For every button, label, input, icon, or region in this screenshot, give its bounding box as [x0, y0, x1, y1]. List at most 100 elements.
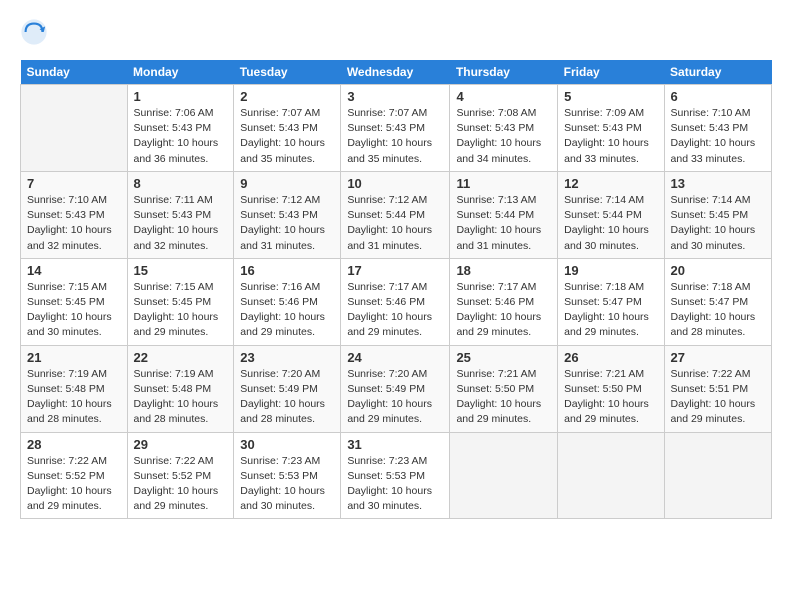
day-number: 9 [240, 176, 334, 191]
calendar-cell: 17 Sunrise: 7:17 AMSunset: 5:46 PMDayligh… [341, 258, 450, 345]
calendar-cell: 10Sunrise: 7:12 AMSunset: 5:44 PMDayligh… [341, 171, 450, 258]
calendar-cell: 13 Sunrise: 7:14 AMSunset: 5:45 PMDayligh… [664, 171, 771, 258]
cell-content: Sunrise: 7:23 AMSunset: 5:53 PMDaylight:… [347, 454, 443, 515]
day-number: 23 [240, 350, 334, 365]
cell-content: Sunrise: 7:20 AMSunset: 5:49 PMDaylight:… [347, 367, 443, 428]
calendar-cell: 18Sunrise: 7:17 AMSunset: 5:46 PMDayligh… [450, 258, 558, 345]
day-number: 29 [134, 437, 228, 452]
page-container: SundayMondayTuesdayWednesdayThursdayFrid… [0, 0, 792, 529]
calendar-cell: 24 Sunrise: 7:20 AMSunset: 5:49 PMDayligh… [341, 345, 450, 432]
calendar-cell: 27Sunrise: 7:22 AMSunset: 5:51 PMDayligh… [664, 345, 771, 432]
cell-content: Sunrise: 7:14 AMSunset: 5:44 PMDaylight:… [564, 193, 657, 254]
col-header-sunday: Sunday [21, 60, 128, 85]
calendar-cell: 1 Sunrise: 7:06 AMSunset: 5:43 PMDaylight… [127, 85, 234, 172]
cell-content: Sunrise: 7:07 AMSunset: 5:43 PMDaylight:… [347, 106, 443, 167]
cell-content: Sunrise: 7:08 AMSunset: 5:43 PMDaylight:… [456, 106, 551, 167]
cell-content: Sunrise: 7:23 AMSunset: 5:53 PMDaylight:… [240, 454, 334, 515]
day-number: 21 [27, 350, 121, 365]
calendar-cell: 11 Sunrise: 7:13 AMSunset: 5:44 PMDayligh… [450, 171, 558, 258]
header-row: SundayMondayTuesdayWednesdayThursdayFrid… [21, 60, 772, 85]
calendar-cell: 31 Sunrise: 7:23 AMSunset: 5:53 PMDayligh… [341, 432, 450, 519]
calendar-cell: 9 Sunrise: 7:12 AMSunset: 5:43 PMDaylight… [234, 171, 341, 258]
calendar-cell [664, 432, 771, 519]
day-number: 4 [456, 89, 551, 104]
cell-content: Sunrise: 7:12 AMSunset: 5:43 PMDaylight:… [240, 193, 334, 254]
day-number: 11 [456, 176, 551, 191]
cell-content: Sunrise: 7:17 AMSunset: 5:46 PMDaylight:… [456, 280, 551, 341]
day-number: 19 [564, 263, 657, 278]
cell-content: Sunrise: 7:18 AMSunset: 5:47 PMDaylight:… [671, 280, 765, 341]
day-number: 31 [347, 437, 443, 452]
cell-content: Sunrise: 7:22 AMSunset: 5:52 PMDaylight:… [27, 454, 121, 515]
day-number: 12 [564, 176, 657, 191]
calendar-cell: 16 Sunrise: 7:16 AMSunset: 5:46 PMDayligh… [234, 258, 341, 345]
col-header-wednesday: Wednesday [341, 60, 450, 85]
calendar-cell: 5 Sunrise: 7:09 AMSunset: 5:43 PMDaylight… [558, 85, 664, 172]
calendar-cell: 14Sunrise: 7:15 AMSunset: 5:45 PMDayligh… [21, 258, 128, 345]
calendar-cell [450, 432, 558, 519]
day-number: 16 [240, 263, 334, 278]
calendar-cell: 22 Sunrise: 7:19 AMSunset: 5:48 PMDayligh… [127, 345, 234, 432]
day-number: 24 [347, 350, 443, 365]
calendar-cell: 15Sunrise: 7:15 AMSunset: 5:45 PMDayligh… [127, 258, 234, 345]
calendar-cell: 2Sunrise: 7:07 AMSunset: 5:43 PMDaylight… [234, 85, 341, 172]
day-number: 6 [671, 89, 765, 104]
logo-icon [20, 18, 48, 46]
cell-content: Sunrise: 7:21 AMSunset: 5:50 PMDaylight:… [456, 367, 551, 428]
cell-content: Sunrise: 7:16 AMSunset: 5:46 PMDaylight:… [240, 280, 334, 341]
calendar-week-2: 7 Sunrise: 7:10 AMSunset: 5:43 PMDaylight… [21, 171, 772, 258]
calendar-cell: 20 Sunrise: 7:18 AMSunset: 5:47 PMDayligh… [664, 258, 771, 345]
col-header-thursday: Thursday [450, 60, 558, 85]
col-header-friday: Friday [558, 60, 664, 85]
calendar-cell: 4 Sunrise: 7:08 AMSunset: 5:43 PMDaylight… [450, 85, 558, 172]
page-header [20, 18, 772, 46]
cell-content: Sunrise: 7:07 AMSunset: 5:43 PMDaylight:… [240, 106, 334, 167]
calendar-table: SundayMondayTuesdayWednesdayThursdayFrid… [20, 60, 772, 519]
cell-content: Sunrise: 7:13 AMSunset: 5:44 PMDaylight:… [456, 193, 551, 254]
calendar-week-1: 1 Sunrise: 7:06 AMSunset: 5:43 PMDaylight… [21, 85, 772, 172]
day-number: 26 [564, 350, 657, 365]
calendar-week-4: 21 Sunrise: 7:19 AMSunset: 5:48 PMDayligh… [21, 345, 772, 432]
col-header-tuesday: Tuesday [234, 60, 341, 85]
calendar-cell: 28 Sunrise: 7:22 AMSunset: 5:52 PMDayligh… [21, 432, 128, 519]
calendar-cell: 7 Sunrise: 7:10 AMSunset: 5:43 PMDaylight… [21, 171, 128, 258]
calendar-week-3: 14 Sunrise: 7:15 AMSunset: 5:45 PMDayligh… [21, 258, 772, 345]
day-number: 25 [456, 350, 551, 365]
cell-content: Sunrise: 7:17 AMSunset: 5:46 PMDaylight:… [347, 280, 443, 341]
day-number: 20 [671, 263, 765, 278]
day-number: 13 [671, 176, 765, 191]
day-number: 28 [27, 437, 121, 452]
cell-content: Sunrise: 7:18 AMSunset: 5:47 PMDaylight:… [564, 280, 657, 341]
cell-content: Sunrise: 7:22 AMSunset: 5:51 PMDaylight:… [671, 367, 765, 428]
calendar-cell: 21 Sunrise: 7:19 AMSunset: 5:48 PMDayligh… [21, 345, 128, 432]
day-number: 8 [134, 176, 228, 191]
day-number: 3 [347, 89, 443, 104]
cell-content: Sunrise: 7:11 AMSunset: 5:43 PMDaylight:… [134, 193, 228, 254]
calendar-cell: 3 Sunrise: 7:07 AMSunset: 5:43 PMDaylight… [341, 85, 450, 172]
calendar-cell [21, 85, 128, 172]
day-number: 10 [347, 176, 443, 191]
day-number: 1 [134, 89, 228, 104]
day-number: 17 [347, 263, 443, 278]
cell-content: Sunrise: 7:10 AMSunset: 5:43 PMDaylight:… [27, 193, 121, 254]
day-number: 5 [564, 89, 657, 104]
calendar-cell: 26Sunrise: 7:21 AMSunset: 5:50 PMDayligh… [558, 345, 664, 432]
calendar-cell: 29Sunrise: 7:22 AMSunset: 5:52 PMDayligh… [127, 432, 234, 519]
calendar-cell: 6 Sunrise: 7:10 AMSunset: 5:43 PMDaylight… [664, 85, 771, 172]
cell-content: Sunrise: 7:20 AMSunset: 5:49 PMDaylight:… [240, 367, 334, 428]
logo [20, 18, 52, 46]
cell-content: Sunrise: 7:09 AMSunset: 5:43 PMDaylight:… [564, 106, 657, 167]
cell-content: Sunrise: 7:19 AMSunset: 5:48 PMDaylight:… [27, 367, 121, 428]
cell-content: Sunrise: 7:14 AMSunset: 5:45 PMDaylight:… [671, 193, 765, 254]
cell-content: Sunrise: 7:19 AMSunset: 5:48 PMDaylight:… [134, 367, 228, 428]
day-number: 22 [134, 350, 228, 365]
day-number: 7 [27, 176, 121, 191]
calendar-cell [558, 432, 664, 519]
cell-content: Sunrise: 7:10 AMSunset: 5:43 PMDaylight:… [671, 106, 765, 167]
day-number: 14 [27, 263, 121, 278]
day-number: 30 [240, 437, 334, 452]
col-header-saturday: Saturday [664, 60, 771, 85]
cell-content: Sunrise: 7:06 AMSunset: 5:43 PMDaylight:… [134, 106, 228, 167]
col-header-monday: Monday [127, 60, 234, 85]
cell-content: Sunrise: 7:15 AMSunset: 5:45 PMDaylight:… [134, 280, 228, 341]
